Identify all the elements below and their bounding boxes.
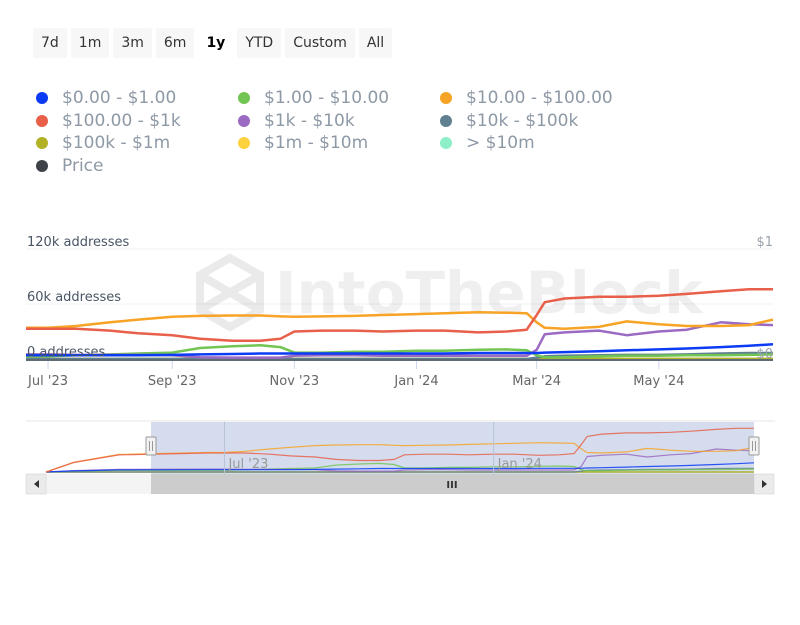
legend-item[interactable]: $100k - $1m <box>36 133 170 153</box>
legend-label: $10.00 - $100.00 <box>466 88 613 108</box>
legend-dot-icon <box>440 92 452 104</box>
y-right-tick-label: $1 <box>756 235 773 250</box>
x-tick-label: Nov '23 <box>270 374 320 389</box>
y-tick-label: 60k addresses <box>27 290 121 305</box>
range-selector: 7d 1m 3m 6m 1y YTD Custom All <box>33 28 393 58</box>
legend-dot-icon <box>440 137 452 149</box>
navigator-handle-left[interactable] <box>145 436 157 456</box>
legend-dot-icon <box>36 114 48 127</box>
legend-label: $1m - $10m <box>264 133 369 153</box>
legend-item[interactable]: > $10m <box>440 133 535 153</box>
range-button-1y[interactable]: 1y <box>198 28 234 58</box>
legend-dot-icon <box>238 137 250 149</box>
legend-dot-icon <box>36 159 48 172</box>
range-button-ytd[interactable]: YTD <box>237 28 282 58</box>
range-button-all[interactable]: All <box>358 28 393 58</box>
legend-item[interactable]: $0.00 - $1.00 <box>36 88 176 108</box>
range-button-7d[interactable]: 7d <box>33 28 67 58</box>
range-button-3m[interactable]: 3m <box>113 28 152 58</box>
legend-dot-icon <box>440 114 452 127</box>
legend-item[interactable]: $1k - $10k <box>238 111 355 131</box>
range-button-1m[interactable]: 1m <box>70 28 110 58</box>
legend-label: Price <box>62 155 104 176</box>
legend-label: $1k - $10k <box>264 110 355 131</box>
legend-item[interactable]: $10.00 - $100.00 <box>440 88 613 108</box>
legend-item[interactable]: $1.00 - $10.00 <box>238 88 389 108</box>
x-tick-label: May '24 <box>633 374 684 389</box>
legend-label: $100.00 - $1k <box>62 110 181 131</box>
x-tick-label: Sep '23 <box>148 374 197 389</box>
navigator-handle-right[interactable] <box>748 436 760 456</box>
legend-dot-icon <box>36 92 48 104</box>
legend-label: $0.00 - $1.00 <box>62 88 177 108</box>
x-tick-label: Jul '23 <box>27 374 68 389</box>
y-tick-label: 120k addresses <box>27 235 130 250</box>
y-tick-label: 0 addresses <box>27 345 105 360</box>
legend-label: $10k - $100k <box>466 110 579 131</box>
legend-label: > $10m <box>466 133 535 153</box>
scrollbar-track-left[interactable] <box>46 474 151 494</box>
legend-label: $1.00 - $10.00 <box>264 88 390 108</box>
range-button-custom[interactable]: Custom <box>285 28 355 58</box>
x-tick-label: Mar '24 <box>512 374 561 389</box>
legend-dot-icon <box>238 92 250 104</box>
legend-label: $100k - $1m <box>62 133 171 153</box>
legend-item[interactable]: $100.00 - $1k <box>36 111 181 131</box>
navigator-label: Jul '23 <box>227 457 268 472</box>
scrollbar-grip: III <box>446 480 457 491</box>
legend-item[interactable]: $10k - $100k <box>440 111 578 131</box>
legend-dot-icon <box>36 137 48 149</box>
navigator[interactable]: Jul '23 Jan '24 III <box>0 420 800 500</box>
legend-item[interactable]: $1m - $10m <box>238 133 368 153</box>
legend-item[interactable]: Price <box>36 156 103 176</box>
navigator-label: Jan '24 <box>497 457 542 472</box>
legend-dot-icon <box>238 114 250 127</box>
range-button-6m[interactable]: 6m <box>155 28 195 58</box>
x-tick-label: Jan '24 <box>393 374 438 389</box>
